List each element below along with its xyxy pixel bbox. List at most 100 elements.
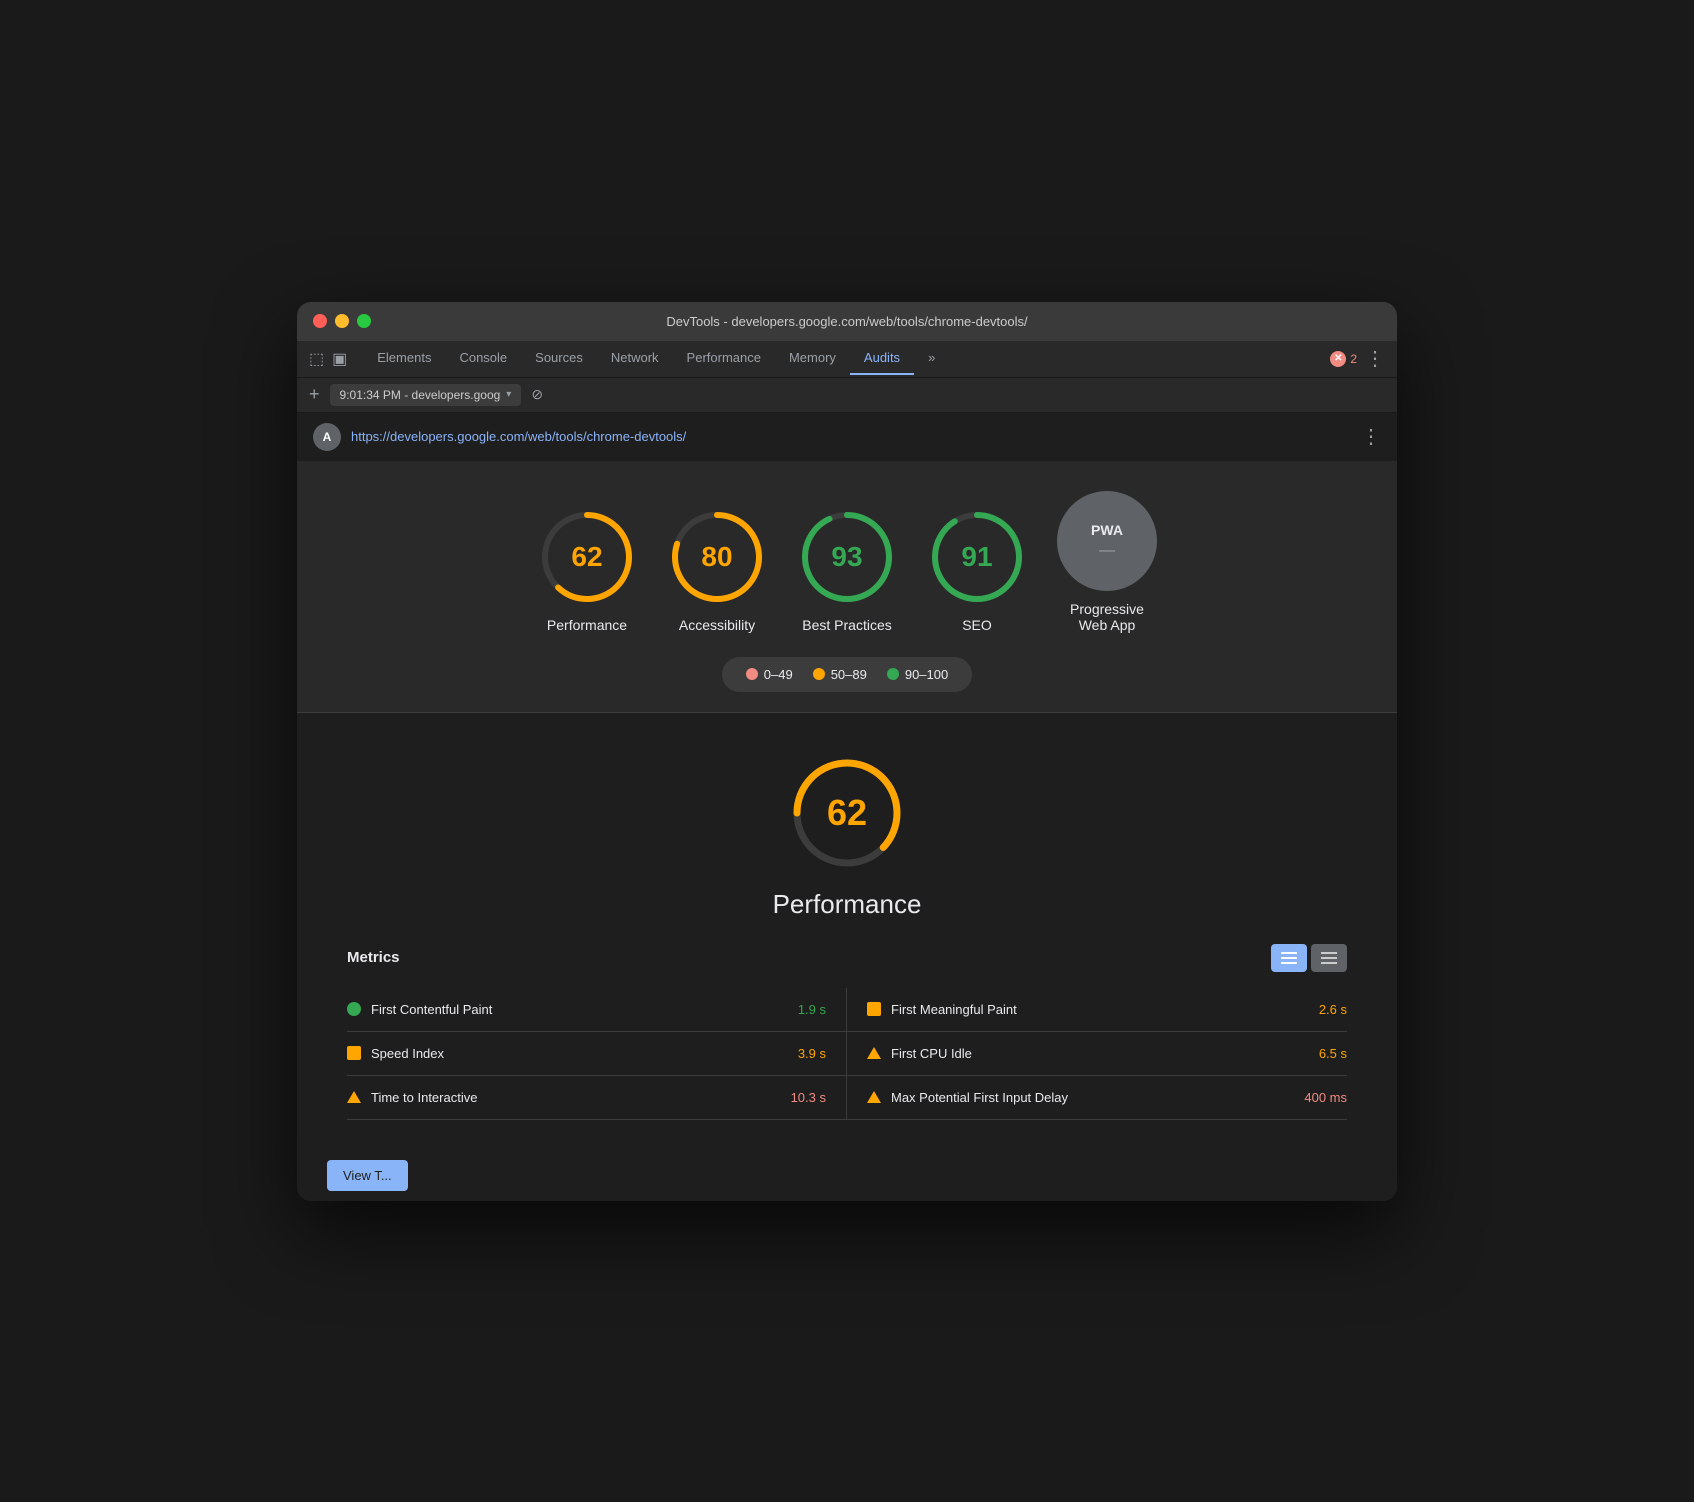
cursor-icon[interactable]: ⬚	[309, 349, 324, 369]
score-circle-best-practices: 93	[797, 507, 897, 607]
score-value-seo: 91	[961, 541, 992, 573]
legend-item-orange: 50–89	[813, 667, 867, 682]
view-treemap-button[interactable]: View T...	[327, 1160, 408, 1191]
score-label-accessibility: Accessibility	[679, 617, 755, 633]
pwa-circle: PWA —	[1057, 491, 1157, 591]
metric-icon-si	[347, 1046, 361, 1060]
legend: 0–49 50–89 90–100	[722, 657, 972, 692]
score-item-best-practices[interactable]: 93 Best Practices	[797, 507, 897, 633]
metric-row-tti: Time to Interactive 10.3 s	[347, 1076, 847, 1120]
dropdown-arrow-icon: ▾	[506, 389, 511, 400]
view-expanded-button[interactable]	[1271, 944, 1307, 972]
tab-more[interactable]: »	[914, 342, 949, 375]
metric-name-tti: Time to Interactive	[371, 1090, 781, 1105]
score-item-pwa[interactable]: PWA — Progressive Web App	[1057, 491, 1157, 633]
performance-big-circle: 62	[787, 753, 907, 873]
view-toggle	[1271, 944, 1347, 972]
window-title: DevTools - developers.google.com/web/too…	[666, 314, 1027, 329]
legend-range-red: 0–49	[764, 667, 793, 682]
legend-item-red: 0–49	[746, 667, 793, 682]
bottom-partial: View T...	[297, 1150, 1397, 1201]
score-label-performance: Performance	[547, 617, 627, 633]
score-label-pwa: Progressive Web App	[1057, 601, 1157, 633]
tab-elements[interactable]: Elements	[363, 342, 445, 375]
metric-icon-tti	[347, 1091, 361, 1103]
metric-name-fmp: First Meaningful Paint	[891, 1002, 1309, 1017]
pwa-dash: —	[1099, 542, 1115, 560]
browser-window: DevTools - developers.google.com/web/too…	[297, 302, 1397, 1201]
score-item-performance[interactable]: 62 Performance	[537, 507, 637, 633]
score-label-seo: SEO	[962, 617, 992, 633]
metrics-section: Metrics	[317, 944, 1377, 1120]
toolbar-icons: ⬚ ▣	[309, 341, 347, 377]
score-item-seo[interactable]: 91 SEO	[927, 507, 1027, 633]
score-value-accessibility: 80	[701, 541, 732, 573]
view-collapsed-button[interactable]	[1311, 944, 1347, 972]
tab-console[interactable]: Console	[445, 342, 521, 375]
legend-range-green: 90–100	[905, 667, 948, 682]
error-icon: ✕	[1330, 351, 1346, 367]
metric-row-si: Speed Index 3.9 s	[347, 1032, 847, 1076]
devtools-toolbar: ⬚ ▣ Elements Console Sources Network Per…	[297, 341, 1397, 378]
minimize-button[interactable]	[335, 314, 349, 328]
legend-dot-orange	[813, 668, 825, 680]
url-text: https://developers.google.com/web/tools/…	[351, 429, 686, 444]
scores-section: 62 Performance 80 Accessibility	[297, 461, 1397, 712]
site-icon: A	[313, 423, 341, 451]
new-tab-button[interactable]: +	[309, 384, 320, 405]
metric-row-fci: First CPU Idle 6.5 s	[847, 1032, 1347, 1076]
tab-time: 9:01:34 PM - developers.goog	[340, 388, 501, 402]
pwa-label: PWA	[1091, 522, 1123, 538]
legend-dot-green	[887, 668, 899, 680]
maximize-button[interactable]	[357, 314, 371, 328]
tab-performance[interactable]: Performance	[673, 342, 775, 375]
error-badge[interactable]: ✕ 2	[1330, 351, 1357, 367]
score-circles: 62 Performance 80 Accessibility	[537, 491, 1157, 633]
performance-big-score: 62	[827, 792, 867, 834]
metric-icon-fmp	[867, 1002, 881, 1016]
performance-detail-section: 62 Performance Metrics	[297, 712, 1397, 1150]
metric-name-fcp: First Contentful Paint	[371, 1002, 788, 1017]
metric-row-fcp: First Contentful Paint 1.9 s	[347, 988, 847, 1032]
performance-section-title: Performance	[773, 889, 922, 920]
metric-value-mpfid: 400 ms	[1304, 1090, 1347, 1105]
metric-row-mpfid: Max Potential First Input Delay 400 ms	[847, 1076, 1347, 1120]
metrics-label: Metrics	[347, 949, 400, 966]
device-icon[interactable]: ▣	[332, 349, 347, 369]
metric-value-fci: 6.5 s	[1319, 1046, 1347, 1061]
metric-name-mpfid: Max Potential First Input Delay	[891, 1090, 1294, 1105]
metrics-grid: First Contentful Paint 1.9 s First Meani…	[347, 988, 1347, 1120]
metric-row-fmp: First Meaningful Paint 2.6 s	[847, 988, 1347, 1032]
metric-value-fmp: 2.6 s	[1319, 1002, 1347, 1017]
more-options-icon[interactable]: ⋮	[1365, 346, 1385, 371]
no-throttle-icon[interactable]: ⊘	[531, 386, 543, 403]
legend-item-green: 90–100	[887, 667, 948, 682]
address-bar-row: + 9:01:34 PM - developers.goog ▾ ⊘	[297, 378, 1397, 413]
metric-icon-fci	[867, 1047, 881, 1059]
url-more-icon[interactable]: ⋮	[1361, 424, 1381, 449]
score-circle-accessibility: 80	[667, 507, 767, 607]
traffic-lights	[313, 314, 371, 328]
title-bar: DevTools - developers.google.com/web/too…	[297, 302, 1397, 341]
tab-audits[interactable]: Audits	[850, 342, 914, 375]
close-button[interactable]	[313, 314, 327, 328]
score-value-performance: 62	[571, 541, 602, 573]
metric-icon-mpfid	[867, 1091, 881, 1103]
metric-icon-fcp	[347, 1002, 361, 1016]
url-bar: A https://developers.google.com/web/tool…	[297, 413, 1397, 461]
legend-range-orange: 50–89	[831, 667, 867, 682]
metric-value-tti: 10.3 s	[791, 1090, 826, 1105]
metric-name-si: Speed Index	[371, 1046, 788, 1061]
score-item-accessibility[interactable]: 80 Accessibility	[667, 507, 767, 633]
score-label-best-practices: Best Practices	[802, 617, 891, 633]
metric-value-fcp: 1.9 s	[798, 1002, 826, 1017]
tab-sources[interactable]: Sources	[521, 342, 597, 375]
metric-name-fci: First CPU Idle	[891, 1046, 1309, 1061]
tab-memory[interactable]: Memory	[775, 342, 850, 375]
page-content: A https://developers.google.com/web/tool…	[297, 413, 1397, 1201]
tab-network[interactable]: Network	[597, 342, 673, 375]
score-value-best-practices: 93	[831, 541, 862, 573]
address-pill[interactable]: 9:01:34 PM - developers.goog ▾	[330, 384, 522, 406]
score-circle-seo: 91	[927, 507, 1027, 607]
metric-value-si: 3.9 s	[798, 1046, 826, 1061]
